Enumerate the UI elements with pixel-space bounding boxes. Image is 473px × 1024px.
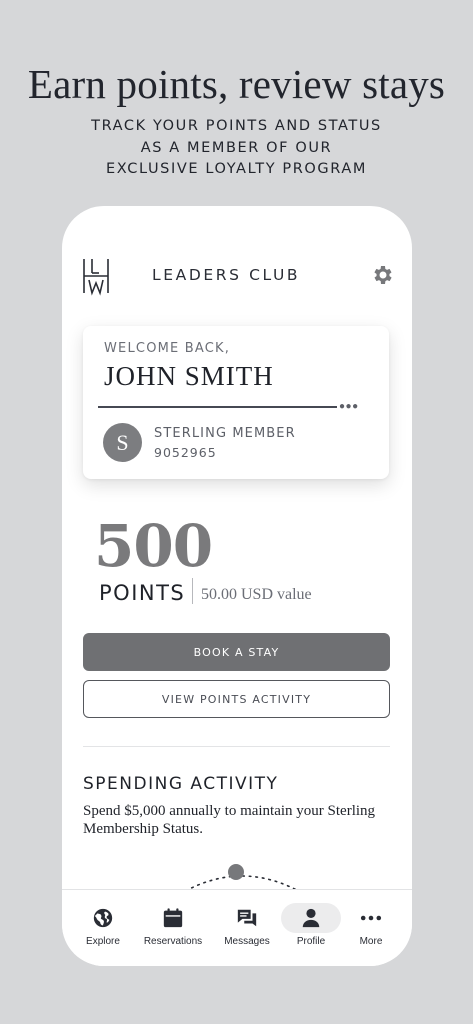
- points-label: POINTS: [99, 581, 186, 605]
- bottom-tab-bar: Explore Reservations Messages Profile Mo…: [62, 889, 412, 966]
- chat-icon: [237, 909, 257, 927]
- points-usd-value: 50.00 USD value: [201, 586, 312, 603]
- calendar-icon: [163, 908, 183, 928]
- lhw-monogram-icon: [83, 259, 109, 296]
- tab-explore-label: Explore: [86, 936, 120, 947]
- points-value: 500: [94, 512, 213, 580]
- member-number: 9052965: [154, 445, 217, 460]
- points-separator: [192, 578, 193, 604]
- book-stay-button[interactable]: BOOK A STAY: [83, 633, 390, 671]
- spending-activity-title: SPENDING ACTIVITY: [83, 774, 279, 794]
- person-icon: [302, 908, 320, 928]
- more-dots-icon: [360, 915, 382, 921]
- member-name: JOHN SMITH: [104, 361, 274, 391]
- promo-subline-line-1: TRACK YOUR POINTS AND STATUS: [91, 118, 382, 134]
- progress-dots-icon: ●●●: [339, 401, 359, 412]
- promo-subline-line-3: EXCLUSIVE LOYALTY PROGRAM: [106, 161, 367, 177]
- view-points-activity-button[interactable]: VIEW POINTS ACTIVITY: [83, 680, 390, 718]
- tab-more-label: More: [359, 936, 383, 947]
- tier-badge-icon: S: [103, 423, 142, 462]
- section-divider: [83, 746, 390, 747]
- tab-more[interactable]: More: [348, 890, 394, 966]
- promo-subline-line-2: AS A MEMBER OF OUR: [140, 139, 333, 156]
- tab-messages-label: Messages: [224, 936, 270, 947]
- brand-title: LEADERS CLUB: [152, 266, 301, 284]
- globe-icon: [93, 908, 113, 928]
- tier-badge-letter: S: [116, 429, 129, 455]
- tab-explore[interactable]: Explore: [80, 890, 126, 966]
- phone-screen: LEADERS CLUB WELCOME BACK, JOHN SMITH ●●…: [62, 206, 412, 966]
- welcome-text: WELCOME BACK,: [104, 341, 231, 356]
- promo-headline: Earn points, review stays: [27, 61, 446, 107]
- tab-profile[interactable]: Profile: [281, 890, 341, 966]
- status-progress-line: [98, 406, 337, 408]
- tab-profile-label: Profile: [296, 936, 326, 947]
- tab-reservations[interactable]: Reservations: [138, 890, 208, 966]
- tab-messages[interactable]: Messages: [220, 890, 274, 966]
- spending-activity-description: Spend $5,000 annually to maintain your S…: [83, 803, 376, 837]
- tab-reservations-label: Reservations: [143, 936, 203, 947]
- member-card: WELCOME BACK, JOHN SMITH ●●● S STERLING …: [83, 326, 389, 479]
- member-tier: STERLING MEMBER: [154, 426, 296, 441]
- spending-progress-marker: [228, 864, 244, 880]
- gear-icon[interactable]: [370, 263, 394, 287]
- promo-subline: TRACK YOUR POINTS AND STATUS AS A MEMBER…: [0, 116, 473, 181]
